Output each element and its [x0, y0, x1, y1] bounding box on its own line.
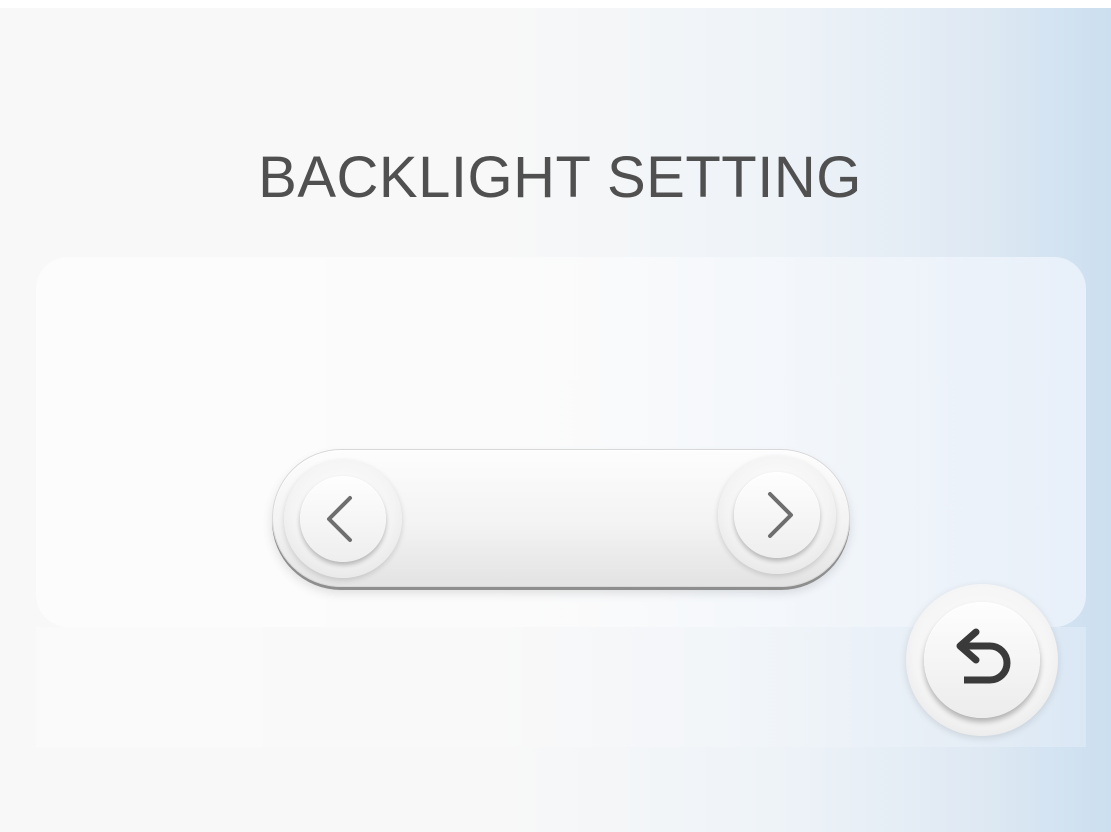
chevron-left-icon [327, 496, 352, 542]
next-button[interactable] [718, 456, 836, 574]
previous-button-face[interactable] [300, 476, 386, 562]
top-strip [0, 0, 1111, 8]
back-button-face[interactable] [924, 602, 1040, 718]
return-arrow-icon [956, 628, 1011, 684]
back-button[interactable] [906, 584, 1058, 736]
backlight-value [403, 450, 721, 586]
chevron-right-icon [768, 492, 793, 538]
previous-button[interactable] [284, 460, 402, 578]
page-title: BACKLIGHT SETTING [258, 145, 862, 210]
next-button-face[interactable] [734, 472, 820, 558]
